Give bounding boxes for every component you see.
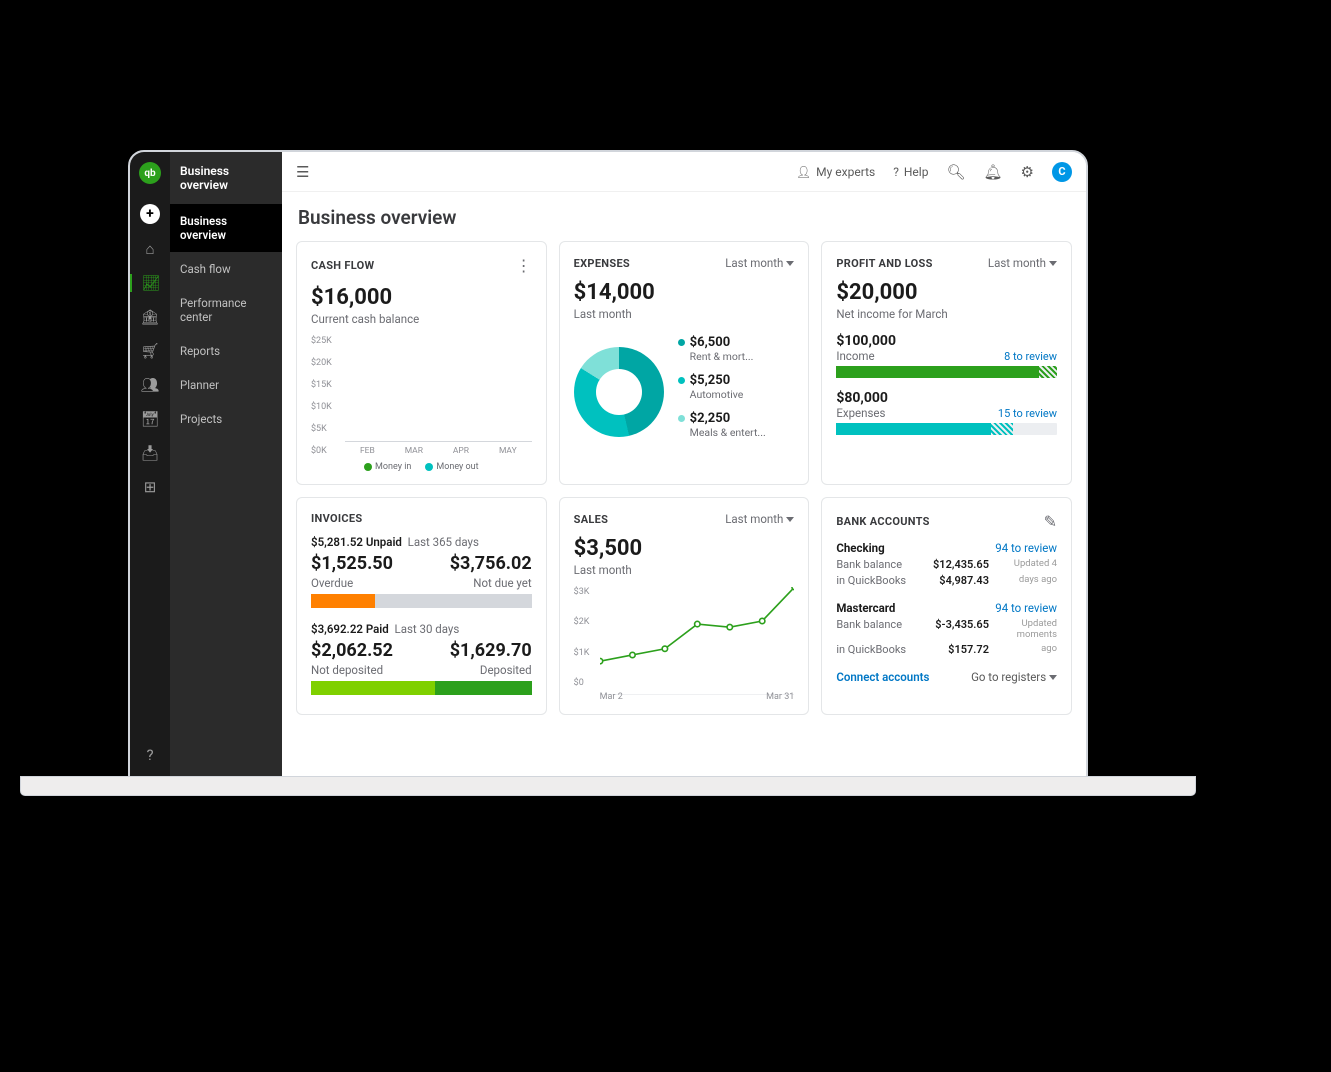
expenses-title: EXPENSES <box>574 257 630 270</box>
gear-icon[interactable]: ⚙︎ <box>1021 163 1034 181</box>
bell-icon[interactable]: 🔔︎ <box>984 163 1003 181</box>
bank-icon[interactable]: 🏦︎ <box>140 308 159 326</box>
submenu-item-projects[interactable]: Projects <box>170 402 282 436</box>
cashflow-card: CASH FLOW ⋮ $16,000 Current cash balance… <box>296 241 547 485</box>
cashflow-title: CASH FLOW <box>311 259 374 272</box>
expenses-filter[interactable]: Last month <box>725 256 794 270</box>
submenu-item-performance-center[interactable]: Performance center <box>170 286 282 334</box>
bank-review-link[interactable]: 94 to review <box>995 601 1057 615</box>
invoices-paid-bar <box>311 681 532 695</box>
pl-title: PROFIT AND LOSS <box>836 257 932 270</box>
chevron-down-icon <box>786 517 794 522</box>
avatar[interactable]: C <box>1052 162 1072 182</box>
expenses-card: EXPENSES Last month $14,000 Last month $… <box>559 241 810 485</box>
cashflow-chart: $25K $20K $15K $10K $5K $0K FEBMARAPRMAY <box>311 336 532 456</box>
inbox-icon[interactable]: 📥︎ <box>140 444 159 462</box>
help-link[interactable]: ?Help <box>893 165 928 179</box>
pl-card: PROFIT AND LOSS Last month $20,000 Net i… <box>821 241 1072 485</box>
pl-subtitle: Net income for March <box>836 307 1057 321</box>
nav-rail: qb + ⌂ 📈︎ 🏦︎ 🛒︎ 👥︎ 📅︎ 📥︎ ⊞ ? <box>130 152 170 776</box>
cashflow-amount: $16,000 <box>311 285 532 310</box>
invoices-unpaid-bar <box>311 594 532 608</box>
sales-filter[interactable]: Last month <box>725 512 794 526</box>
qb-logo-icon[interactable]: qb <box>139 162 161 184</box>
expense-item: $5,250Automotive <box>678 373 766 401</box>
sales-title: SALES <box>574 513 609 526</box>
topbar: ☰ 👤︎My experts ?Help 🔍︎ 🔔︎ ⚙︎ C <box>282 152 1086 192</box>
search-icon[interactable]: 🔍︎ <box>946 163 965 181</box>
help-icon: ? <box>893 165 899 179</box>
apps-icon[interactable]: ⊞ <box>144 478 157 496</box>
pl-filter[interactable]: Last month <box>988 256 1057 270</box>
submenu-item-cash-flow[interactable]: Cash flow <box>170 252 282 286</box>
cashflow-subtitle: Current cash balance <box>311 312 532 326</box>
expenses-amount: $14,000 <box>574 280 795 305</box>
invoices-card: INVOICES $5,281.52 Unpaid Last 365 days … <box>296 497 547 715</box>
more-icon[interactable]: ⋮ <box>516 256 532 275</box>
page-title: Business overview <box>282 192 1086 241</box>
expense-item: $6,500Rent & mort... <box>678 335 766 363</box>
submenu-item-business-overview[interactable]: Business overview <box>170 204 282 252</box>
bank-review-link[interactable]: 94 to review <box>995 541 1057 555</box>
bank-account[interactable]: Checking94 to review Bank balance$12,435… <box>836 541 1057 587</box>
pl-amount: $20,000 <box>836 280 1057 305</box>
expense-item: $2,250Meals & entert... <box>678 411 766 439</box>
add-button[interactable]: + <box>140 204 160 224</box>
bank-account[interactable]: Mastercard94 to review Bank balance$-3,4… <box>836 601 1057 656</box>
submenu-item-planner[interactable]: Planner <box>170 368 282 402</box>
sales-chart: $3K $2K $1K $0 Mar 2Mar 31 <box>574 587 795 702</box>
person-icon: 👤︎ <box>796 165 811 179</box>
go-to-registers-link[interactable]: Go to registers <box>971 670 1057 684</box>
my-experts-link[interactable]: 👤︎My experts <box>796 165 875 179</box>
calendar-icon[interactable]: 📅︎ <box>140 410 159 428</box>
expenses-review-link[interactable]: 15 to review <box>998 407 1057 420</box>
submenu-title: Business overview <box>170 152 282 204</box>
submenu: Business overview Business overview Cash… <box>170 152 282 776</box>
bank-card: BANK ACCOUNTS ✎ Checking94 to review Ban… <box>821 497 1072 715</box>
cart-icon[interactable]: 🛒︎ <box>140 342 159 360</box>
expenses-subtitle: Last month <box>574 307 795 321</box>
submenu-item-reports[interactable]: Reports <box>170 334 282 368</box>
connect-accounts-link[interactable]: Connect accounts <box>836 670 929 684</box>
chevron-down-icon <box>1049 675 1057 680</box>
chevron-down-icon <box>1049 261 1057 266</box>
sales-card: SALES Last month $3,500 Last month $3K $… <box>559 497 810 715</box>
bank-title: BANK ACCOUNTS <box>836 515 929 528</box>
people-icon[interactable]: 👥︎ <box>140 376 159 394</box>
expenses-donut <box>574 347 664 437</box>
help-rail-icon[interactable]: ? <box>146 746 153 764</box>
hamburger-icon[interactable]: ☰ <box>296 163 309 181</box>
income-review-link[interactable]: 8 to review <box>1004 350 1057 363</box>
sales-subtitle: Last month <box>574 563 795 577</box>
sales-amount: $3,500 <box>574 536 795 561</box>
chevron-down-icon <box>786 261 794 266</box>
chart-icon[interactable]: 📈︎ <box>130 274 170 292</box>
home-icon[interactable]: ⌂ <box>145 240 154 258</box>
edit-icon[interactable]: ✎ <box>1044 512 1057 531</box>
invoices-title: INVOICES <box>311 512 362 525</box>
